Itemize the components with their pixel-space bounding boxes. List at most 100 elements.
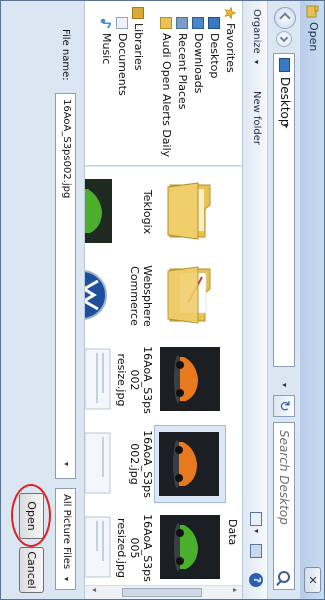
caption-line: 002	[128, 369, 141, 391]
caption-line: Teklogix	[141, 189, 154, 235]
nav-item-label: Desktop	[208, 33, 221, 79]
open-file-dialog: Open ✕ Desktop ▸ ▾ ↻ Search Desktop Orga…	[0, 0, 325, 600]
cancel-button[interactable]: Cancel	[19, 547, 44, 593]
title-bar: Open ✕	[300, 1, 324, 599]
scroll-up-arrow-icon[interactable]: ▴	[231, 588, 240, 592]
command-toolbar: Organize ▾ New folder ▾ ?	[242, 1, 268, 599]
breadcrumb-arrow-icon[interactable]: ▸	[281, 124, 291, 129]
navigation-pane: Favorites Desktop Downloads Recent Place…	[85, 1, 242, 166]
file-item-16aoa-s3ps002[interactable]	[154, 425, 226, 503]
caption-line: Websphere	[141, 265, 154, 327]
document-image-icon	[85, 348, 111, 410]
file-name-field[interactable]: 16AoA_S3ps002.jpg ▾	[55, 93, 76, 479]
close-button[interactable]: ✕	[304, 567, 321, 593]
search-input[interactable]: Search Desktop	[277, 430, 291, 525]
nav-item-label: Music	[100, 33, 113, 65]
orange-car-image-icon	[160, 347, 220, 411]
help-icon[interactable]: ?	[249, 573, 263, 587]
nav-item-favorites[interactable]: Favorites	[222, 1, 238, 166]
file-item-websphere-commerce[interactable]	[156, 257, 224, 335]
address-history-dropdown[interactable]: ▾	[275, 377, 293, 393]
caption-line: resize.jpg	[115, 353, 128, 407]
file-caption: 16AoA_S3ps 002.jpg	[128, 425, 154, 503]
file-item-teklogix[interactable]	[156, 173, 224, 251]
music-icon	[100, 18, 111, 28]
nav-item-label: Documents	[116, 33, 129, 96]
scroll-down-arrow-icon[interactable]: ▾	[90, 588, 99, 592]
file-item-16aoa-s3ps002-resize[interactable]	[156, 341, 224, 419]
nav-item-label: Favorites	[224, 23, 237, 73]
caption-line: 002.jpg	[128, 443, 141, 485]
libraries-icon	[132, 7, 144, 19]
nav-item-downloads[interactable]: Downloads	[190, 1, 206, 166]
recent-places-icon	[176, 17, 188, 29]
file-name-label: File name:	[60, 29, 71, 81]
caption-line: 16AoA_S3ps	[141, 514, 154, 582]
preview-pane-icon[interactable]	[250, 544, 262, 558]
refresh-button[interactable]: ↻	[273, 395, 295, 417]
green-car-image-icon	[85, 179, 112, 243]
scrollbar-thumb[interactable]	[122, 588, 202, 597]
file-list-pane: Data Teklogix Websphere Commerce 16AoA_S…	[85, 167, 242, 585]
desktop-icon	[208, 17, 220, 29]
file-list-vertical-scrollbar[interactable]: ▴ ▾	[85, 585, 242, 599]
address-bar[interactable]: Desktop ▸	[273, 53, 295, 367]
nav-item-label: Audi Open Alerts Daily	[160, 33, 173, 158]
file-item-vw-logo[interactable]	[85, 257, 112, 335]
downloads-folder-icon	[192, 17, 204, 29]
nav-item-documents[interactable]: Documents	[114, 1, 130, 166]
file-item-green-car[interactable]	[85, 173, 112, 251]
caption-line: resized.jpg	[115, 518, 128, 578]
orange-car-image-icon	[159, 432, 219, 496]
nav-item-libraries[interactable]: Libraries	[130, 1, 146, 166]
dialog-footer: File name: 16AoA_S3ps002.jpg ▾ All Pictu…	[1, 1, 85, 599]
file-item-document[interactable]	[85, 509, 112, 585]
file-caption: Websphere Commerce	[128, 257, 154, 335]
star-icon	[224, 7, 236, 19]
nav-item-label: Downloads	[192, 33, 205, 94]
nav-item-label: Recent Places	[176, 33, 189, 110]
nav-item-desktop[interactable]: Desktop	[206, 1, 222, 166]
file-caption: Teklogix	[141, 173, 154, 251]
green-car-image-icon	[160, 515, 220, 579]
file-item-16aoa-s3ps005-resized[interactable]	[156, 509, 224, 585]
file-name-value[interactable]: 16AoA_S3ps002.jpg	[61, 99, 72, 198]
file-caption: 16AoA_S3ps 005 resized.jpg	[115, 509, 154, 585]
chevron-down-icon[interactable]: ▾	[252, 60, 261, 64]
file-caption: 16AoA_S3ps 002 resize.jpg	[115, 341, 154, 419]
documents-icon	[116, 17, 128, 29]
file-type-select[interactable]: All Picture Files ▾	[55, 488, 76, 590]
address-location[interactable]: Desktop	[278, 77, 292, 127]
caption-line: 005	[128, 537, 141, 559]
back-button[interactable]	[274, 7, 296, 29]
forward-button[interactable]	[276, 31, 292, 47]
chevron-down-icon[interactable]: ▾	[62, 577, 71, 581]
screenshot-stage: Open ✕ Desktop ▸ ▾ ↻ Search Desktop Orga…	[0, 0, 325, 600]
search-box[interactable]: Search Desktop	[273, 422, 295, 590]
organize-button[interactable]: Organize	[251, 9, 262, 54]
folder-icon	[167, 266, 211, 324]
desktop-icon	[279, 58, 290, 72]
nav-item-audi-open-alerts-daily[interactable]: Audi Open Alerts Daily	[158, 1, 174, 166]
caption-line: Commerce	[128, 266, 141, 326]
caption-line: 16AoA_S3ps	[141, 430, 154, 498]
nav-item-recent-places[interactable]: Recent Places	[174, 1, 190, 166]
vw-logo-image-icon	[85, 263, 112, 327]
change-view-icon[interactable]	[250, 512, 262, 526]
group-header: Data	[226, 519, 239, 546]
file-type-value[interactable]: All Picture Files	[61, 494, 72, 569]
new-folder-button[interactable]: New folder	[251, 91, 262, 145]
window-title: Open	[307, 22, 320, 52]
caption-line: 16AoA_S3ps	[141, 346, 154, 414]
file-item-document[interactable]	[85, 425, 112, 503]
view-options-chevron-icon[interactable]: ▾	[252, 529, 261, 533]
open-dialog-icon	[306, 5, 319, 18]
nav-item-label: Libraries	[132, 23, 145, 71]
document-image-icon	[85, 516, 111, 578]
search-icon[interactable]	[278, 571, 290, 583]
folder-icon	[167, 182, 211, 240]
file-item-document[interactable]	[85, 341, 112, 419]
nav-item-music[interactable]: Music	[98, 1, 114, 166]
chevron-down-icon[interactable]: ▾	[62, 462, 71, 466]
document-image-icon	[85, 432, 111, 494]
